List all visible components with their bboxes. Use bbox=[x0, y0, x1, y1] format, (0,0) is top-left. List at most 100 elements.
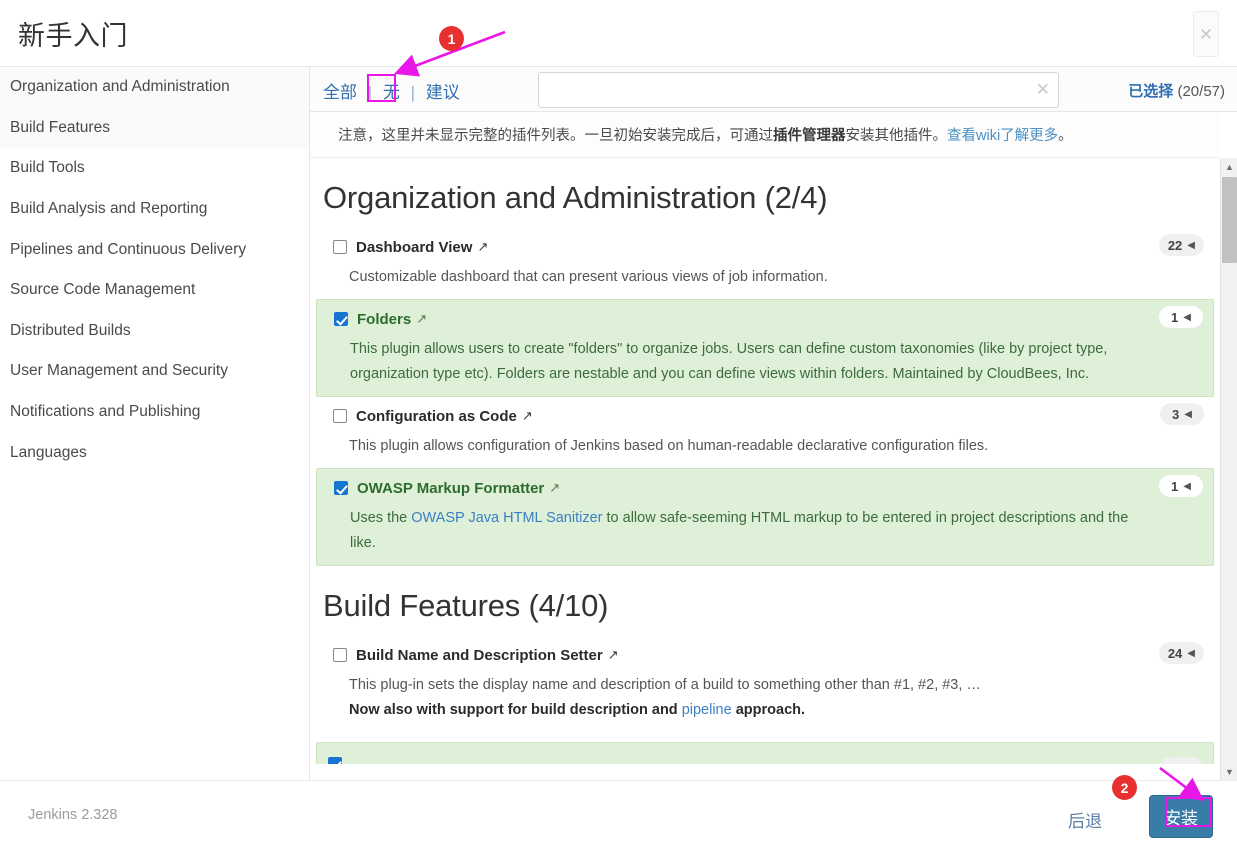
notice-bold-plugin-manager: 插件管理器 bbox=[773, 128, 846, 144]
notice-text-1: 注意，这里并未显示完整的插件列表。一旦初始安装完成后，可通过 bbox=[338, 128, 773, 144]
plugin-dependency-badge[interactable]: 22 ◀ bbox=[1158, 234, 1204, 256]
clear-x-icon[interactable]: ✕ bbox=[1036, 80, 1050, 100]
plugin-header: Folders ↗ bbox=[317, 308, 1213, 330]
annotation-marker-2: 2 bbox=[1112, 775, 1137, 800]
tab-separator-1: | bbox=[367, 83, 373, 102]
desc-bold-post: approach. bbox=[731, 702, 806, 718]
external-link-icon[interactable]: ↗ bbox=[608, 647, 619, 663]
page-title: 新手入门 bbox=[18, 21, 128, 51]
sidebar-item-languages[interactable]: Languages bbox=[0, 432, 309, 473]
scroll-up-arrow-icon[interactable]: ▲ bbox=[1221, 158, 1237, 175]
sidebar-item-build-analysis-and-reporting[interactable]: Build Analysis and Reporting bbox=[0, 188, 309, 230]
plugin-checkbox[interactable] bbox=[334, 481, 348, 495]
search-container: ✕ bbox=[538, 72, 1059, 108]
plugin-panel: 全部 | 无 | 建议 ✕ 已选择 (20/57) 注意，这里并未显示完整的插件… bbox=[310, 67, 1237, 780]
plugin-description: This plugin allows users to create "fold… bbox=[350, 341, 1108, 382]
sidebar-item-user-management-and-security[interactable]: User Management and Security bbox=[0, 351, 309, 392]
search-input[interactable] bbox=[538, 72, 1059, 108]
sidebar-item-label: Languages bbox=[10, 443, 87, 461]
notice-text-2: 安装其他插件。 bbox=[845, 128, 948, 144]
plugin-row[interactable]: Dashboard View ↗ 22 ◀ Customizable dashboard… bbox=[316, 228, 1214, 299]
plugin-description: This plug-in sets the display name and d… bbox=[349, 673, 1214, 723]
sidebar-item-label: Distributed Builds bbox=[10, 321, 131, 339]
selected-label[interactable]: 已选择 bbox=[1128, 83, 1173, 100]
notice-bar: 注意，这里并未显示完整的插件列表。一旦初始安装完成后，可通过 插件管理器 安装其他插… bbox=[310, 112, 1220, 158]
filter-tabs: 全部 | 无 | 建议 bbox=[323, 78, 460, 103]
section-heading: Build Features (4/10) bbox=[323, 588, 609, 623]
plugin-row[interactable]: Folders ↗ 1 ◀ This plugin allows users to cr… bbox=[316, 299, 1214, 397]
selected-count: 已选择 (20/57) bbox=[1128, 80, 1225, 101]
sidebar-item-label: Build Features bbox=[10, 118, 110, 136]
sidebar-item-notifications-and-publishing[interactable]: Notifications and Publishing bbox=[0, 391, 309, 433]
plugin-list: Organization and Administration (2/4) Das… bbox=[310, 158, 1220, 780]
plugin-name[interactable]: Configuration as Code bbox=[356, 408, 517, 425]
getting-started-wizard: 新手入门 ✕ Organization and Administration Bu… bbox=[0, 0, 1237, 850]
badge-count: 22 bbox=[1167, 237, 1183, 253]
sidebar-item-distributed-builds[interactable]: Distributed Builds bbox=[0, 310, 309, 352]
external-link-icon[interactable]: ↗ bbox=[549, 480, 560, 496]
sidebar-item-label: Organization and Administration bbox=[10, 78, 230, 96]
plugin-checkbox[interactable] bbox=[328, 757, 342, 764]
sidebar-item-pipelines-and-continuous-delivery[interactable]: Pipelines and Continuous Delivery bbox=[0, 229, 309, 270]
plugin-dependency-badge[interactable] bbox=[1159, 757, 1203, 764]
badge-arrow-icon: ◀ bbox=[1183, 311, 1191, 323]
plugin-header: Configuration as Code ↗ bbox=[316, 405, 1214, 427]
title-bar: 新手入门 ✕ bbox=[0, 0, 1237, 67]
badge-count: 3 bbox=[1172, 406, 1180, 422]
badge-count: 24 bbox=[1167, 645, 1183, 661]
badge-count: 1 bbox=[1171, 309, 1179, 325]
plugin-name[interactable]: Build Name and Description Setter bbox=[356, 647, 603, 664]
sidebar-item-build-tools[interactable]: Build Tools bbox=[0, 148, 309, 189]
plugin-description: Customizable dashboard that can present … bbox=[349, 269, 828, 285]
badge-arrow-icon: ◀ bbox=[1184, 408, 1192, 420]
category-sidebar: Organization and Administration Build Fea… bbox=[0, 67, 310, 780]
plugin-checkbox[interactable] bbox=[333, 648, 347, 662]
plugin-toolbar: 全部 | 无 | 建议 ✕ 已选择 (20/57) bbox=[310, 67, 1237, 112]
desc-bold-pre: Now also with support for build descript… bbox=[349, 702, 682, 718]
desc-line-1: This plug-in sets the display name and d… bbox=[349, 677, 981, 693]
plugin-checkbox[interactable] bbox=[334, 312, 348, 326]
plugin-dependency-badge[interactable]: 1 ◀ bbox=[1159, 306, 1203, 328]
sidebar-item-build-features[interactable]: Build Features bbox=[0, 107, 309, 149]
tab-none[interactable]: 无 bbox=[383, 83, 400, 102]
external-link-icon[interactable]: ↗ bbox=[477, 239, 488, 255]
sidebar-item-label: Notifications and Publishing bbox=[10, 403, 201, 421]
back-button[interactable]: 后退 bbox=[1068, 807, 1102, 832]
install-button[interactable]: 安装 bbox=[1149, 795, 1213, 838]
close-button[interactable]: ✕ bbox=[1193, 11, 1219, 57]
desc-inline-link[interactable]: OWASP Java HTML Sanitizer bbox=[411, 510, 602, 526]
sidebar-item-label: Source Code Management bbox=[10, 281, 196, 299]
plugin-name[interactable]: Dashboard View bbox=[356, 239, 472, 256]
plugin-row[interactable]: Build Name and Description Setter ↗ 24 ◀ Thi… bbox=[316, 636, 1214, 732]
footer-bar: Jenkins 2.328 后退 安装 bbox=[0, 780, 1237, 850]
desc-pipeline-link[interactable]: pipeline bbox=[682, 702, 732, 718]
tab-suggested[interactable]: 建议 bbox=[426, 83, 460, 102]
notice-wiki-link[interactable]: 查看wiki了解更多 bbox=[947, 124, 1058, 145]
plugin-checkbox[interactable] bbox=[333, 240, 347, 254]
close-icon: ✕ bbox=[1198, 24, 1214, 44]
plugin-dependency-badge[interactable]: 3 ◀ bbox=[1160, 403, 1204, 425]
plugin-dependency-badge[interactable]: 24 ◀ bbox=[1158, 642, 1204, 664]
sidebar-item-label: User Management and Security bbox=[10, 362, 228, 380]
badge-arrow-icon: ◀ bbox=[1183, 480, 1191, 492]
plugin-name[interactable]: Folders bbox=[357, 311, 411, 328]
plugin-header: OWASP Markup Formatter ↗ bbox=[317, 477, 1213, 499]
sidebar-item-label: Build Tools bbox=[10, 159, 85, 177]
plugin-checkbox[interactable] bbox=[333, 409, 347, 423]
external-link-icon[interactable]: ↗ bbox=[522, 408, 533, 424]
sidebar-item-organization-and-administration[interactable]: Organization and Administration bbox=[0, 67, 309, 108]
plugin-row[interactable]: OWASP Markup Formatter ↗ 1 ◀ Uses the OWASP … bbox=[316, 468, 1214, 566]
scroll-down-arrow-icon[interactable]: ▼ bbox=[1221, 763, 1237, 780]
notice-text-3: 。 bbox=[1058, 128, 1073, 144]
external-link-icon[interactable]: ↗ bbox=[416, 311, 427, 327]
vertical-scrollbar[interactable]: ▲ ▼ bbox=[1220, 158, 1237, 780]
plugin-dependency-badge[interactable]: 1 ◀ bbox=[1159, 475, 1203, 497]
tab-separator-2: | bbox=[410, 83, 416, 102]
plugin-name[interactable]: OWASP Markup Formatter bbox=[357, 480, 544, 497]
plugin-row-partial[interactable] bbox=[316, 742, 1214, 764]
jenkins-version: Jenkins 2.328 bbox=[28, 807, 118, 823]
plugin-row[interactable]: Configuration as Code ↗ 3 ◀ This plugin allo… bbox=[316, 397, 1214, 468]
scrollbar-thumb[interactable] bbox=[1222, 177, 1237, 263]
tab-all[interactable]: 全部 bbox=[323, 83, 357, 102]
sidebar-item-source-code-management[interactable]: Source Code Management bbox=[0, 269, 309, 311]
